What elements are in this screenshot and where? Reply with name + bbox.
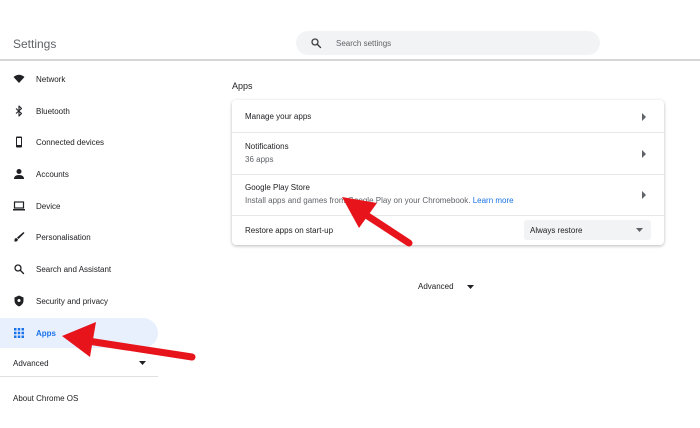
search-icon xyxy=(14,264,25,275)
row-title: Google Play Store xyxy=(245,183,310,192)
page-title: Settings xyxy=(13,37,57,51)
row-subtitle-text: Install apps and games from Google Play … xyxy=(245,196,471,205)
row-google-play-store[interactable]: Google Play Store Install apps and games… xyxy=(232,175,664,216)
sidebar-item-label: Bluetooth xyxy=(36,107,70,116)
sidebar-item-label: Search and Assistant xyxy=(36,265,112,274)
sidebar-item-label: Network xyxy=(36,75,66,84)
advanced-toggle[interactable]: Advanced xyxy=(418,282,454,291)
row-title: Manage your apps xyxy=(245,112,312,121)
chevron-right-icon xyxy=(642,191,646,199)
search-box[interactable] xyxy=(296,31,600,55)
sidebar-item-bluetooth[interactable]: Bluetooth xyxy=(0,96,158,126)
search-input[interactable] xyxy=(336,35,586,51)
sidebar-item-network[interactable]: Network xyxy=(0,64,158,94)
caret-down-icon xyxy=(636,228,643,232)
caret-down-icon xyxy=(139,361,146,365)
apps-settings-card: Manage your apps Notifications 36 apps G… xyxy=(232,100,664,245)
sidebar-item-accounts[interactable]: Accounts xyxy=(0,159,158,189)
sidebar-item-label: Connected devices xyxy=(36,138,105,147)
caret-down-icon xyxy=(467,285,474,289)
sidebar-item-label: Apps xyxy=(36,329,56,338)
chevron-right-icon xyxy=(642,113,646,121)
learn-more-link[interactable]: Learn more xyxy=(473,196,514,205)
sidebar-item-apps[interactable]: Apps xyxy=(0,318,158,348)
laptop-icon xyxy=(13,201,25,211)
search-icon xyxy=(311,38,322,49)
sidebar-item-connected-devices[interactable]: Connected devices xyxy=(0,127,158,157)
row-notifications[interactable]: Notifications 36 apps xyxy=(232,133,664,175)
sidebar-item-search-and-assistant[interactable]: Search and Assistant xyxy=(0,254,158,284)
chevron-right-icon xyxy=(642,150,646,158)
apps-grid-icon xyxy=(14,328,24,338)
restore-apps-select[interactable]: Always restore xyxy=(524,220,651,240)
row-title: Restore apps on start-up xyxy=(245,226,334,235)
bluetooth-icon xyxy=(15,105,23,117)
brush-icon xyxy=(14,232,25,242)
row-manage-your-apps[interactable]: Manage your apps xyxy=(232,100,664,133)
sidebar-item-label: Accounts xyxy=(36,170,69,179)
sidebar-item-label: Personalisation xyxy=(36,233,91,242)
sidebar-advanced-label: Advanced xyxy=(13,359,49,368)
row-subtitle: 36 apps xyxy=(245,155,274,164)
row-subtitle: Install apps and games from Google Play … xyxy=(245,196,514,205)
row-restore-apps: Restore apps on start-up Always restore xyxy=(232,216,664,245)
header-bar: Settings xyxy=(0,0,700,61)
sidebar-item-device[interactable]: Device xyxy=(0,191,158,221)
sidebar-item-label: Device xyxy=(36,202,61,211)
row-title: Notifications xyxy=(245,142,289,151)
sidebar-item-personalisation[interactable]: Personalisation xyxy=(0,222,158,252)
select-value: Always restore xyxy=(530,226,583,235)
sidebar-advanced-toggle[interactable]: Advanced xyxy=(0,351,158,377)
section-title: Apps xyxy=(232,81,253,91)
wifi-icon xyxy=(13,74,25,83)
person-icon xyxy=(14,169,24,179)
shield-icon xyxy=(14,295,24,307)
sidebar-about-chrome-os[interactable]: About Chrome OS xyxy=(13,394,78,403)
sidebar-item-security-and-privacy[interactable]: Security and privacy xyxy=(0,286,158,316)
phone-icon xyxy=(16,136,22,148)
sidebar-item-label: Security and privacy xyxy=(36,297,109,306)
